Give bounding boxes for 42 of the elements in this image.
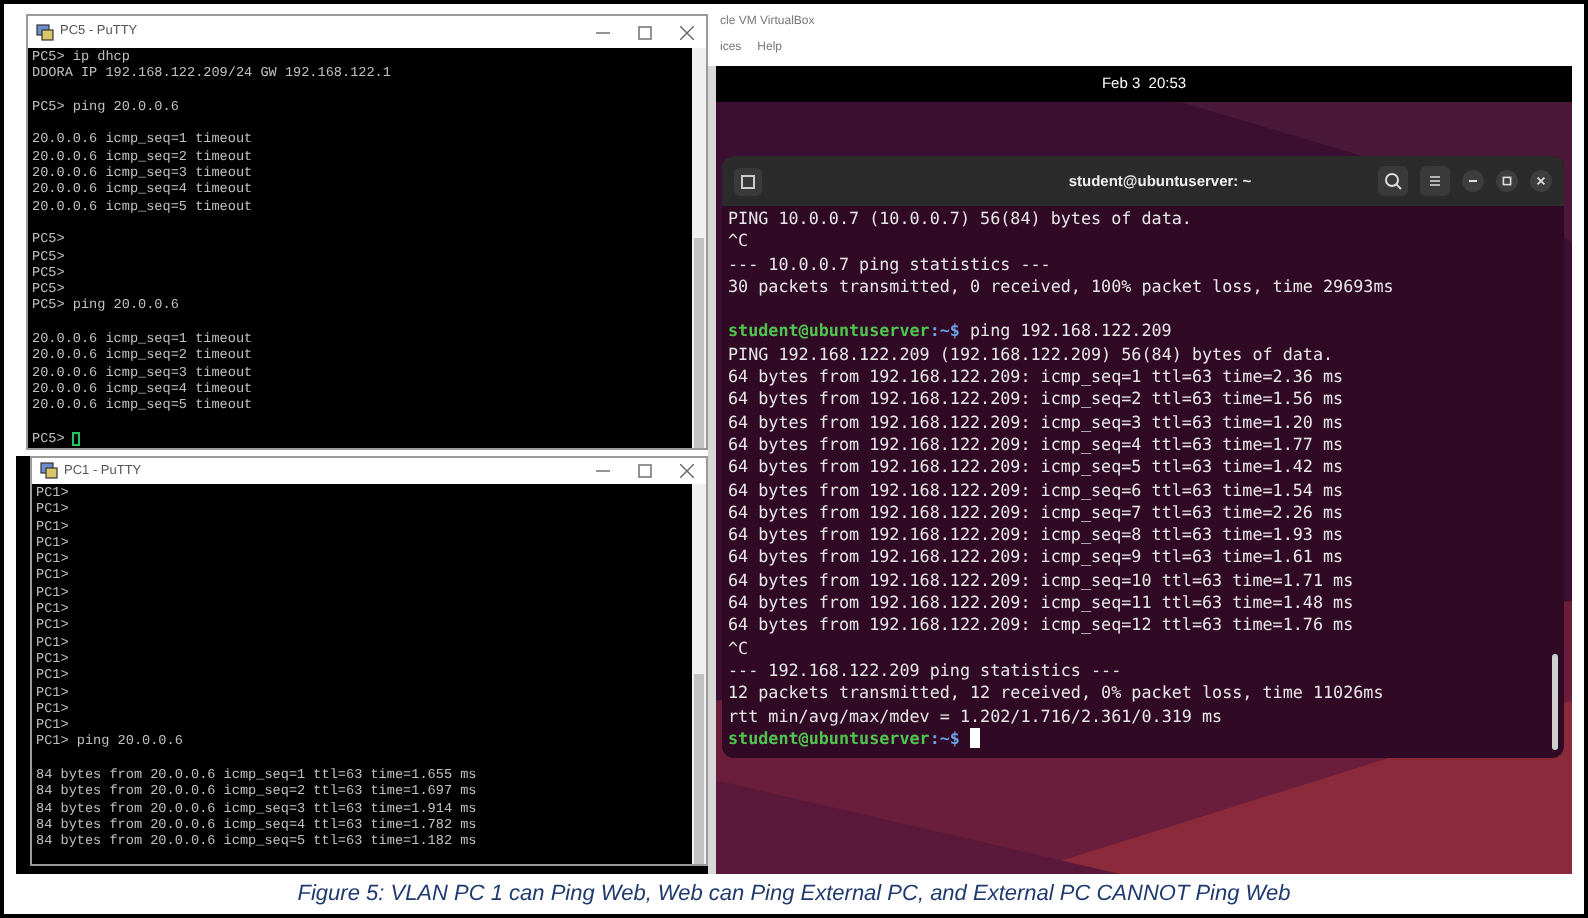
computer-icon — [36, 23, 54, 41]
new-tab-icon[interactable] — [734, 167, 762, 195]
prompt-user: student@ubuntuserver — [728, 727, 930, 751]
menu-icon[interactable] — [1419, 166, 1450, 196]
scrollbar[interactable] — [692, 484, 706, 864]
terminal-line: 64 bytes from 192.168.122.209: icmp_seq=12 ttl=63 time=1.76 ms — [728, 614, 1354, 638]
minimize-icon[interactable] — [1461, 170, 1484, 192]
terminal-line: ^C — [728, 637, 749, 660]
close-icon[interactable] — [680, 464, 694, 478]
terminal-line: 64 bytes from 192.168.122.209: icmp_seq=5 ttl=63 time=1.42 ms — [728, 456, 1344, 480]
terminal-line: --- 10.0.0.7 ping statistics --- — [728, 253, 1051, 276]
terminal-line: 64 bytes from 192.168.122.209: icmp_seq=4 ttl=63 time=1.77 ms — [728, 433, 1344, 457]
terminal-line: 64 bytes from 192.168.122.209: icmp_seq=8 ttl=63 time=1.93 ms — [728, 524, 1344, 547]
close-icon[interactable] — [1529, 170, 1552, 192]
terminal-line: 64 bytes from 192.168.122.209: icmp_seq=10 ttl=63 time=1.71 ms — [728, 569, 1354, 593]
terminal-line: 64 bytes from 192.168.122.209: icmp_seq=9 ttl=63 time=1.61 ms — [728, 546, 1344, 570]
terminal-line: 64 bytes from 192.168.122.209: icmp_seq=1 ttl=63 time=2.36 ms — [728, 366, 1344, 389]
command-text: ping 192.168.122.209 — [969, 320, 1172, 344]
terminal-line: ^C — [728, 230, 749, 254]
computer-icon — [40, 462, 58, 480]
terminal-line: 64 bytes from 192.168.122.209: icmp_seq=3 ttl=63 time=1.20 ms — [728, 411, 1344, 434]
maximize-icon[interactable] — [1495, 170, 1518, 192]
terminal-line: 64 bytes from 192.168.122.209: icmp_seq=2 ttl=63 time=1.56 ms — [728, 388, 1344, 412]
terminal-line: --- 192.168.122.209 ping statistics --- — [728, 659, 1122, 683]
terminal-line: 64 bytes from 192.168.122.209: icmp_seq=6 ttl=63 time=1.54 ms — [728, 479, 1344, 502]
close-icon[interactable] — [680, 25, 694, 39]
prompt-path: :~$ — [929, 727, 960, 751]
scrollbar[interactable] — [692, 48, 706, 448]
terminal-line: rtt min/avg/max/mdev = 1.202/1.716/2.361/0.319 ms — [728, 705, 1223, 728]
cursor-icon — [72, 432, 81, 447]
terminal-line: 30 packets transmitted, 0 received, 100% packet loss, time 29693ms — [728, 275, 1394, 299]
terminal-line: 12 packets transmitted, 12 received, 0% packet loss, time 11026ms — [728, 682, 1384, 706]
terminal-line: 64 bytes from 192.168.122.209: icmp_seq=11 ttl=63 time=1.48 ms — [728, 592, 1354, 615]
prompt-user: student@ubuntuserver — [728, 320, 930, 344]
terminal-line: PING 192.168.122.209 (192.168.122.209) 56(84) bytes of data. — [728, 343, 1334, 367]
terminal-line: PING 10.0.0.7 (10.0.0.7) 56(84) bytes of data. — [728, 208, 1192, 231]
scrollbar[interactable] — [1552, 654, 1558, 751]
prompt-path: :~$ — [929, 320, 960, 344]
search-icon[interactable] — [1377, 166, 1408, 196]
cursor-icon — [969, 728, 980, 749]
figure-caption: Figure 5: VLAN PC 1 can Ping Web, Web can Ping External PC, and External PC CANNOT Ping Web — [297, 879, 1291, 910]
terminal-line: 64 bytes from 192.168.122.209: icmp_seq=7 ttl=63 time=2.26 ms — [728, 501, 1344, 525]
